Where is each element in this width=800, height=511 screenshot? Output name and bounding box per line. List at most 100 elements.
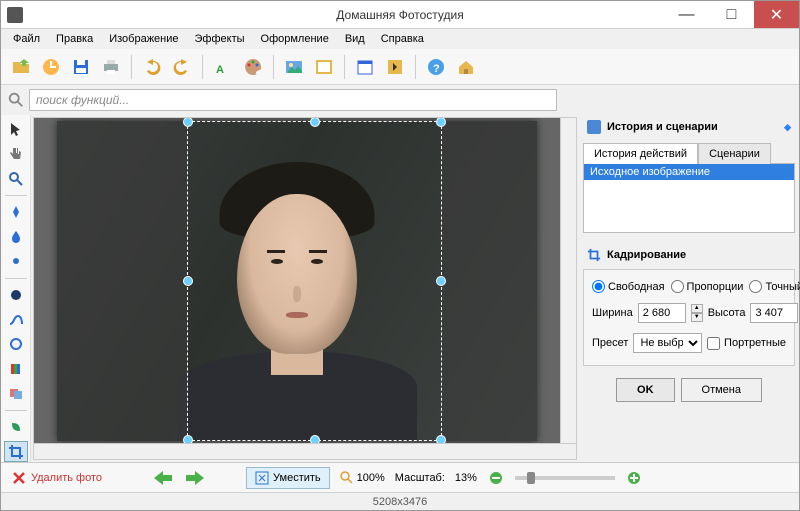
redo-button[interactable] <box>168 53 196 81</box>
brush-tool[interactable] <box>4 202 28 223</box>
content-area: История и сценарии ◆ История действий Сц… <box>1 115 799 462</box>
zoom-in-button[interactable] <box>625 469 643 487</box>
vertical-scrollbar[interactable] <box>560 118 576 443</box>
search-input[interactable] <box>29 89 557 111</box>
zoom-slider[interactable] <box>515 476 615 480</box>
undo-button[interactable] <box>138 53 166 81</box>
portrait-checkbox[interactable]: Портретные <box>707 337 786 350</box>
maximize-button[interactable]: □ <box>709 1 754 28</box>
crop-panel: Свободная Пропорции Точный размер Ширина… <box>583 269 795 366</box>
crop-panel-header: Кадрирование <box>583 245 795 265</box>
width-up[interactable]: ▲ <box>691 304 703 313</box>
open-button[interactable] <box>7 53 35 81</box>
right-panel: История и сценарии ◆ История действий Сц… <box>579 115 799 462</box>
fit-icon <box>255 471 269 485</box>
svg-text:?: ? <box>433 63 440 75</box>
menu-help[interactable]: Справка <box>373 31 432 47</box>
crop-handle-n[interactable] <box>310 118 320 127</box>
help-button[interactable]: ? <box>422 53 450 81</box>
scale-label: Масштаб: <box>395 472 445 484</box>
zoom-slider-thumb[interactable] <box>527 472 535 484</box>
drop-tool[interactable] <box>4 226 28 247</box>
crop-panel-title: Кадрирование <box>607 249 686 261</box>
menu-view[interactable]: Вид <box>337 31 373 47</box>
crop-handle-nw[interactable] <box>183 118 193 127</box>
tab-history[interactable]: История действий <box>583 143 698 164</box>
history-list[interactable]: Исходное изображение <box>583 163 795 233</box>
radio-exact[interactable]: Точный размер <box>749 280 800 293</box>
home-button[interactable] <box>452 53 480 81</box>
width-input[interactable] <box>638 303 686 323</box>
quick-button[interactable] <box>37 53 65 81</box>
radio-ratio[interactable]: Пропорции <box>671 280 744 293</box>
palette-button[interactable] <box>239 53 267 81</box>
menu-image[interactable]: Изображение <box>101 31 186 47</box>
height-label: Высота <box>708 307 746 319</box>
zoom-out-button[interactable] <box>487 469 505 487</box>
crop-tool[interactable] <box>4 441 28 462</box>
effects-pic-button[interactable] <box>381 53 409 81</box>
bottom-bar: Удалить фото Уместить 100% Масштаб: 13% <box>1 462 799 492</box>
preset-label: Пресет <box>592 337 628 349</box>
svg-text:A: A <box>216 64 224 76</box>
dark-tool[interactable] <box>4 285 28 306</box>
menu-edit[interactable]: Правка <box>48 31 101 47</box>
menu-bar: Файл Правка Изображение Эффекты Оформлен… <box>1 29 799 49</box>
text-button[interactable]: A <box>209 53 237 81</box>
height-input[interactable] <box>750 303 798 323</box>
crop-handle-se[interactable] <box>436 435 446 444</box>
preset-select[interactable]: Не выбрано <box>633 333 702 353</box>
minimize-button[interactable]: — <box>664 1 709 28</box>
search-icon <box>7 91 25 109</box>
fit-button[interactable]: Уместить <box>246 467 330 489</box>
calendar-button[interactable] <box>351 53 379 81</box>
horizontal-scrollbar[interactable] <box>34 443 576 459</box>
zoom-tool[interactable] <box>4 168 28 189</box>
canvas[interactable] <box>34 118 560 443</box>
crop-handle-w[interactable] <box>183 276 193 286</box>
width-label: Ширина <box>592 307 633 319</box>
shape-tool[interactable] <box>4 417 28 438</box>
zoom-100-icon <box>340 471 354 485</box>
image-dimensions: 5208x3476 <box>373 496 427 508</box>
gradient-tool[interactable] <box>4 359 28 380</box>
crop-marquee[interactable] <box>187 121 442 441</box>
cancel-button[interactable]: Отмена <box>681 378 762 402</box>
next-button[interactable] <box>184 469 206 487</box>
image-button[interactable] <box>280 53 308 81</box>
menu-file[interactable]: Файл <box>5 31 48 47</box>
frame-button[interactable] <box>310 53 338 81</box>
crop-handle-s[interactable] <box>310 435 320 444</box>
hand-tool[interactable] <box>4 144 28 165</box>
menu-effects[interactable]: Эффекты <box>187 31 253 47</box>
layers-tool[interactable] <box>4 383 28 404</box>
menu-design[interactable]: Оформление <box>253 31 337 47</box>
dot1-tool[interactable] <box>4 251 28 272</box>
save-button[interactable] <box>67 53 95 81</box>
history-item[interactable]: Исходное изображение <box>584 164 794 180</box>
tab-scenarios[interactable]: Сценарии <box>698 143 771 164</box>
crop-mode-radios: Свободная Пропорции Точный размер <box>592 280 786 293</box>
crop-handle-e[interactable] <box>436 276 446 286</box>
prev-button[interactable] <box>152 469 174 487</box>
circle-tool[interactable] <box>4 334 28 355</box>
history-panel-title: История и сценарии <box>607 121 718 133</box>
zoom-100-button[interactable]: 100% <box>340 471 385 485</box>
collapse-icon[interactable]: ◆ <box>784 122 791 133</box>
history-panel-header: История и сценарии ◆ <box>583 117 795 137</box>
print-button[interactable] <box>97 53 125 81</box>
scale-value: 13% <box>455 472 477 484</box>
canvas-wrapper <box>33 117 577 460</box>
delete-icon <box>11 470 27 486</box>
status-bar: 5208x3476 <box>1 492 799 510</box>
crop-handle-sw[interactable] <box>183 435 193 444</box>
close-button[interactable]: ✕ <box>754 1 799 28</box>
image-preview[interactable] <box>57 121 537 441</box>
delete-photo-button[interactable]: Удалить фото <box>11 470 102 486</box>
radio-free[interactable]: Свободная <box>592 280 665 293</box>
width-down[interactable]: ▼ <box>691 313 703 322</box>
curves-tool[interactable] <box>4 309 28 330</box>
history-icon <box>587 120 601 134</box>
ok-button[interactable]: OK <box>616 378 675 402</box>
pointer-tool[interactable] <box>4 119 28 140</box>
